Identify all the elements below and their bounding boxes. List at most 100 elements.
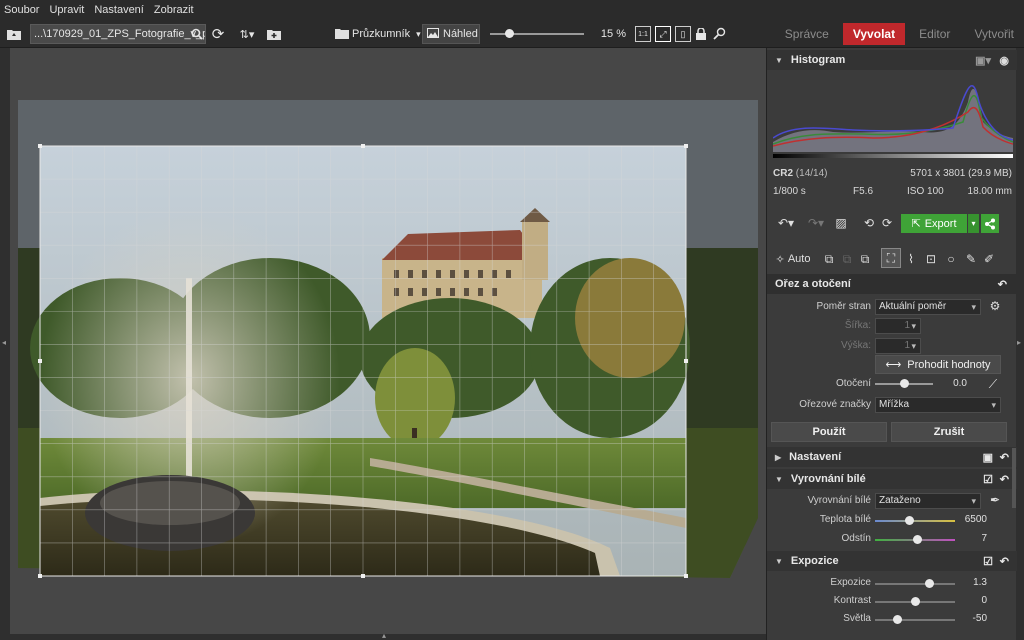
chevron-down-icon: ▾ [416, 28, 421, 39]
zoom-value: 15 % [600, 28, 626, 40]
tint-slider[interactable] [875, 534, 955, 546]
browser-label: Průzkumník [352, 28, 411, 40]
compare-button[interactable]: ▯ [674, 24, 692, 44]
tab-manager[interactable]: Správce [775, 23, 839, 45]
toolbar: ...\170929_01_ZPS_Fotografie_v_proti ⟳ ⇅… [0, 20, 1024, 48]
crop-marks-select[interactable]: Mřížka [875, 397, 1001, 413]
expand-icon: ▶ [775, 452, 782, 462]
histogram-header[interactable]: ▼ Histogram ▣▾ ◉ [767, 50, 1017, 70]
zoom-slider-knob[interactable] [505, 29, 515, 38]
rotate-left-icon[interactable]: ⟲ [861, 214, 877, 232]
share-icon[interactable] [981, 214, 999, 233]
lock-icon[interactable] [694, 24, 708, 44]
perspective-icon[interactable]: ⌇ [903, 250, 919, 268]
export-button[interactable]: ⇱ Export [901, 214, 967, 233]
right-panel-toggle[interactable]: ▸ [1016, 48, 1024, 640]
aperture: F5.6 [853, 186, 874, 197]
rotation-slider[interactable] [875, 378, 933, 390]
crop-tool-icon[interactable]: ⛶ [881, 248, 901, 268]
cancel-button[interactable]: Zrušit [891, 422, 1007, 442]
tab-editor[interactable]: Editor [909, 23, 960, 45]
rotate-right-icon[interactable]: ⟳ [879, 214, 895, 232]
refresh-icon[interactable]: ⟳ [210, 24, 226, 44]
save-icon[interactable]: ▣ [983, 451, 993, 464]
gradient-filter-icon[interactable]: ⊡ [923, 250, 939, 268]
tab-develop[interactable]: Vyvolat [842, 23, 906, 45]
path-field[interactable]: ...\170929_01_ZPS_Fotografie_v_proti [30, 24, 206, 44]
preview-toggle[interactable]: Náhled [422, 24, 480, 44]
zoom-tool-icon[interactable] [712, 24, 728, 44]
left-panel-toggle[interactable]: ◂ [0, 48, 10, 640]
add-folder-icon[interactable] [266, 24, 282, 44]
temperature-slider[interactable] [875, 515, 955, 527]
contrast-knob[interactable] [910, 597, 920, 606]
exposure-title: Expozice [790, 555, 839, 567]
expand-right-icon: ▸ [1017, 338, 1022, 347]
reset-icon[interactable]: ↶ [1000, 451, 1009, 464]
folder-up-icon[interactable] [6, 24, 22, 44]
preview-label: Náhled [443, 28, 478, 40]
exposure-track [875, 583, 955, 585]
copy-settings-icon[interactable]: ⧉ [821, 250, 837, 268]
exposure-knob[interactable] [924, 579, 934, 588]
apply-button[interactable]: Použít [771, 422, 887, 442]
lights-knob[interactable] [892, 615, 902, 624]
zoom-100-button[interactable]: 1:1 [634, 24, 652, 44]
browser-dropdown[interactable]: Průzkumník ▾ [352, 24, 422, 44]
image-icon [427, 27, 439, 41]
tint-knob[interactable] [912, 535, 922, 544]
menu-settings[interactable]: Nastavení [94, 4, 144, 16]
exposure-slider[interactable] [875, 578, 955, 590]
clone-settings-icon[interactable]: ⧉ [857, 250, 873, 268]
menu-file[interactable]: Soubor [4, 4, 39, 16]
tab-create[interactable]: Vytvořit [964, 23, 1024, 45]
wb-title: Vyrovnání bílé [790, 473, 866, 485]
menu-view[interactable]: Zobrazit [154, 4, 194, 16]
file-format: CR2 (14/14) [773, 168, 828, 179]
menu-edit[interactable]: Upravit [49, 4, 84, 16]
bottom-panel-toggle[interactable]: ▴ [10, 631, 766, 640]
temperature-knob[interactable] [904, 516, 914, 525]
temperature-label: Teplota bílé [819, 514, 871, 525]
exposure-label: Expozice [830, 577, 871, 588]
eyedropper-icon[interactable]: ✒ [987, 492, 1003, 508]
wb-mode-select[interactable]: Zataženo [875, 493, 981, 509]
brush-icon[interactable]: ✎ [963, 250, 979, 268]
camera-icon[interactable]: ▣▾ [975, 54, 991, 67]
image-canvas[interactable] [10, 48, 766, 634]
wb-header[interactable]: ▼ Vyrovnání bílé ☑ ↶ [767, 469, 1017, 489]
undo-icon[interactable]: ↶▾ [773, 214, 799, 232]
rotation-knob[interactable] [899, 379, 909, 388]
compare-icon: ▯ [675, 26, 691, 42]
crop-header[interactable]: Ořez a otočení ↶ [767, 274, 1017, 294]
retouch-icon[interactable]: ✐ [981, 250, 997, 268]
checkbox-icon[interactable]: ☑ [983, 555, 993, 568]
zoom-slider[interactable] [490, 28, 584, 40]
auto-tool[interactable]: ✧ Auto [773, 250, 813, 268]
redo-icon[interactable]: ↷▾ [803, 214, 829, 232]
export-menu-button[interactable]: ▾ [968, 214, 979, 233]
panel-scrollbar[interactable] [1012, 448, 1016, 508]
checkbox-icon[interactable]: ☑ [983, 473, 993, 486]
paste-settings-icon[interactable]: ⧉ [839, 250, 855, 268]
sort-icon[interactable]: ⇅▾ [234, 24, 260, 44]
histogram-title: Histogram [790, 54, 846, 66]
reset-icon[interactable]: ↶ [1000, 473, 1009, 486]
snapshot-icon[interactable]: ▨ [833, 214, 849, 232]
search-icon[interactable] [190, 24, 204, 44]
swap-values-button[interactable]: ⟷ Prohodit hodnoty [875, 355, 1001, 374]
lights-slider[interactable] [875, 614, 955, 626]
width-input[interactable]: 1 [875, 318, 921, 334]
height-input[interactable]: 1 [875, 338, 921, 354]
fit-button[interactable]: ⤢ [654, 24, 672, 44]
clipping-icon[interactable]: ◉ [999, 54, 1009, 67]
aspect-select[interactable]: Aktuální poměr [875, 299, 981, 315]
reset-icon[interactable]: ↶ [998, 278, 1007, 291]
reset-icon[interactable]: ↶ [1000, 555, 1009, 568]
settings-header[interactable]: ▶ Nastavení ▣ ↶ [767, 447, 1017, 467]
radial-filter-icon[interactable]: ○ [943, 250, 959, 268]
exposure-header[interactable]: ▼ Expozice ☑ ↶ [767, 551, 1017, 571]
gear-icon[interactable]: ⚙ [987, 298, 1003, 314]
contrast-slider[interactable] [875, 596, 955, 608]
straighten-icon[interactable]: ⟋ [985, 376, 1001, 392]
